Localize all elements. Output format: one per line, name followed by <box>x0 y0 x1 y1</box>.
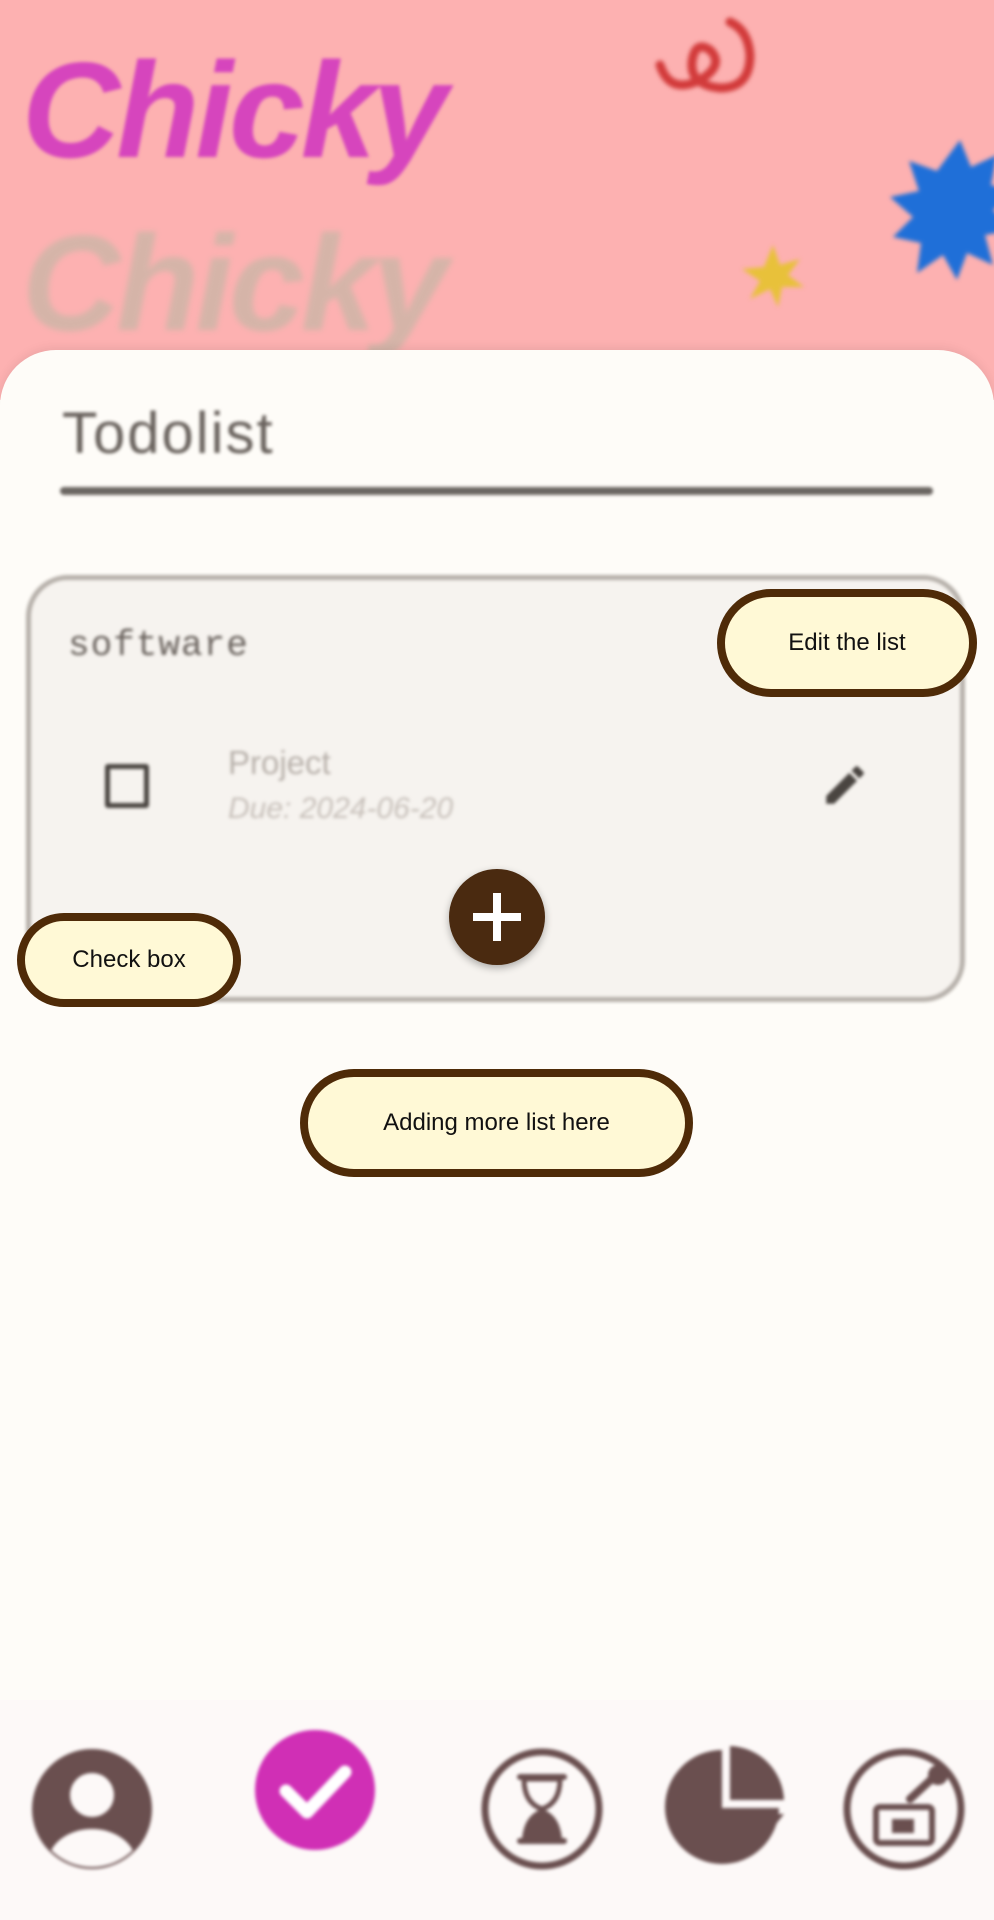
app-logo-shadow: Chicky <box>22 207 448 359</box>
app-logo: Chicky <box>22 34 448 186</box>
task-due-date: Due: 2024-06-20 <box>228 792 454 825</box>
burst-decoration-icon <box>890 140 994 280</box>
profile-icon[interactable] <box>28 1745 156 1873</box>
task-checkbox[interactable] <box>105 764 149 808</box>
pie-chart-icon[interactable] <box>660 1742 790 1872</box>
check-icon[interactable] <box>253 1728 377 1852</box>
shop-icon[interactable] <box>840 1745 968 1873</box>
add-list-button[interactable] <box>449 869 545 965</box>
title-divider <box>60 487 933 495</box>
tooltip-check-box: Check box <box>17 913 241 1007</box>
tooltip-edit-list: Edit the list <box>717 589 977 697</box>
header-banner: Chicky Chicky <box>0 0 994 400</box>
task-name: Project <box>228 744 331 781</box>
list-name: software <box>68 625 249 666</box>
plus-icon <box>473 893 521 941</box>
tooltip-add-list: Adding more list here <box>300 1069 693 1177</box>
hourglass-icon[interactable] <box>478 1745 606 1873</box>
star-decoration-icon <box>742 245 804 307</box>
page-title: Todolist <box>62 401 275 466</box>
squiggle-decoration-icon <box>655 17 755 93</box>
edit-pencil-icon[interactable] <box>820 760 870 810</box>
